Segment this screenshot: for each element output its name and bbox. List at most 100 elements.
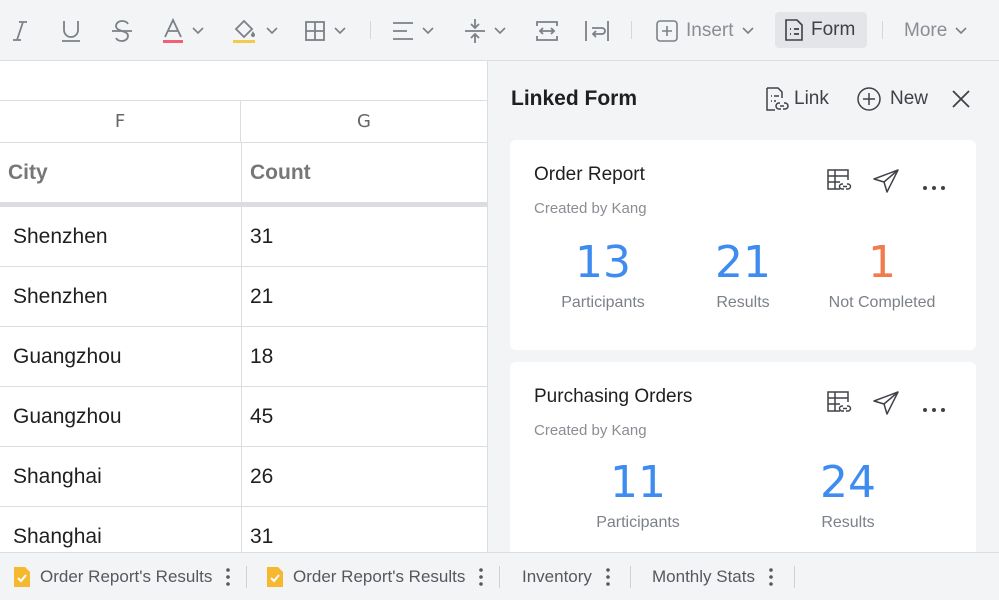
new-label: New — [890, 88, 929, 109]
column-header-f[interactable]: F — [0, 101, 241, 143]
send-icon — [873, 391, 899, 415]
more-vertical-icon[interactable] — [226, 568, 231, 586]
sheet-tab-label: Monthly Stats — [652, 567, 755, 586]
stat-label: Participants — [596, 514, 680, 531]
table-row: Shenzhen 21 — [0, 267, 487, 327]
cell-count[interactable]: 18 — [250, 327, 480, 387]
table-row: Guangzhou 18 — [0, 327, 487, 387]
align-icon — [393, 21, 413, 40]
toolbar-divider — [882, 21, 883, 39]
sheet-tabs: Order Report's Results Order Report's Re… — [0, 552, 999, 600]
cell-count[interactable]: 26 — [250, 447, 480, 507]
sheet-tab[interactable]: Inventory — [522, 553, 610, 600]
insert-label: Insert — [686, 19, 734, 41]
form-button[interactable]: Form — [775, 12, 867, 48]
more-vertical-icon[interactable] — [479, 568, 484, 586]
cell-count[interactable]: 31 — [250, 507, 480, 552]
stat-value: 24 — [820, 457, 876, 508]
sheet-tab-label: Inventory — [522, 567, 592, 586]
table-row: Shanghai 31 — [0, 507, 487, 552]
new-form-button[interactable]: New — [856, 86, 928, 112]
tab-divider — [499, 566, 500, 588]
underline-icon — [62, 20, 80, 42]
stat-results: 24 Results — [793, 458, 903, 532]
form-title: Purchasing Orders — [534, 386, 693, 407]
cell-city[interactable]: Shenzhen — [13, 267, 241, 327]
form-creator: Created by Kang — [534, 422, 647, 439]
stat-participants: 13 Participants — [548, 238, 658, 312]
plus-circle-icon — [857, 87, 881, 111]
font-color-button[interactable] — [162, 0, 204, 61]
sheet-tab[interactable]: Order Report's Results — [265, 553, 484, 600]
cell-count[interactable]: 31 — [250, 207, 480, 267]
underline-button[interactable] — [60, 0, 82, 61]
more-vertical-icon[interactable] — [606, 568, 610, 586]
form-card[interactable]: Order Report Created by Kang 13 Particip… — [510, 140, 976, 350]
italic-button[interactable] — [10, 0, 30, 61]
table-row: Guangzhou 45 — [0, 387, 487, 447]
toolbar-divider — [631, 21, 632, 39]
wrap-text-button[interactable] — [584, 0, 610, 61]
italic-icon — [13, 20, 27, 41]
sheet-tab-label: Order Report's Results — [40, 567, 213, 586]
header-cell-count[interactable]: Count — [250, 143, 487, 203]
cell-city[interactable]: Guangzhou — [13, 327, 241, 387]
merge-cells-icon — [536, 20, 558, 41]
header-cell-city[interactable]: City — [8, 143, 241, 203]
tab-divider — [246, 566, 247, 588]
cell-city[interactable]: Shanghai — [13, 447, 241, 507]
chevron-down-icon — [266, 26, 278, 34]
stat-label: Participants — [561, 294, 645, 311]
stat-value: 21 — [715, 237, 771, 288]
form-card[interactable]: Purchasing Orders Created by Kang 11 Par… — [510, 362, 976, 552]
more-options-button[interactable] — [922, 400, 946, 418]
more-horizontal-icon — [923, 186, 945, 190]
form-icon — [785, 19, 803, 41]
stat-label: Not Completed — [828, 294, 936, 311]
sheet-tab[interactable]: Order Report's Results — [12, 553, 231, 600]
send-form-button[interactable] — [872, 168, 900, 199]
cell-count[interactable]: 45 — [250, 387, 480, 447]
strikethrough-button[interactable] — [111, 0, 133, 61]
chevron-down-icon — [422, 26, 434, 34]
cell-city[interactable]: Guangzhou — [13, 387, 241, 447]
view-results-button[interactable] — [826, 168, 854, 199]
borders-button[interactable] — [304, 0, 346, 61]
link-button[interactable]: Link — [764, 86, 829, 112]
cell-city[interactable]: Shanghai — [13, 507, 241, 552]
cell-count[interactable]: 21 — [250, 267, 480, 327]
fill-color-button[interactable] — [232, 0, 278, 61]
chevron-down-icon — [494, 26, 506, 34]
form-label: Form — [811, 19, 856, 40]
more-options-button[interactable] — [922, 178, 946, 196]
merge-cells-button[interactable] — [535, 0, 559, 61]
send-form-button[interactable] — [872, 390, 900, 421]
table-link-icon — [827, 169, 852, 190]
close-panel-button[interactable] — [951, 89, 971, 114]
borders-icon — [305, 20, 325, 41]
close-icon — [952, 90, 970, 108]
font-color-icon — [163, 17, 183, 43]
linked-form-panel: Linked Form Link New Order Report Create… — [487, 61, 999, 552]
chevron-down-icon — [192, 26, 204, 34]
more-label: More — [904, 19, 948, 41]
form-sheet-icon — [267, 567, 283, 587]
align-button[interactable] — [392, 0, 434, 61]
cell-city[interactable]: Shenzhen — [13, 207, 241, 267]
stat-participants: 11 Participants — [583, 458, 693, 532]
chevron-down-icon — [334, 26, 346, 34]
strikethrough-icon — [112, 19, 132, 42]
stat-not-completed: 1 Not Completed — [812, 238, 952, 312]
form-sheet-icon — [14, 567, 30, 587]
more-vertical-icon[interactable] — [769, 568, 773, 586]
more-button[interactable]: More — [904, 0, 967, 61]
insert-button[interactable]: Insert — [656, 0, 754, 61]
sheet-tab[interactable]: Monthly Stats — [652, 553, 773, 600]
vertical-align-button[interactable] — [464, 0, 506, 61]
toolbar-divider — [370, 21, 371, 39]
column-header-g[interactable]: G — [241, 101, 487, 143]
plus-square-icon — [656, 19, 678, 42]
table-link-icon — [827, 391, 852, 412]
tab-divider — [794, 566, 795, 588]
view-results-button[interactable] — [826, 390, 854, 421]
